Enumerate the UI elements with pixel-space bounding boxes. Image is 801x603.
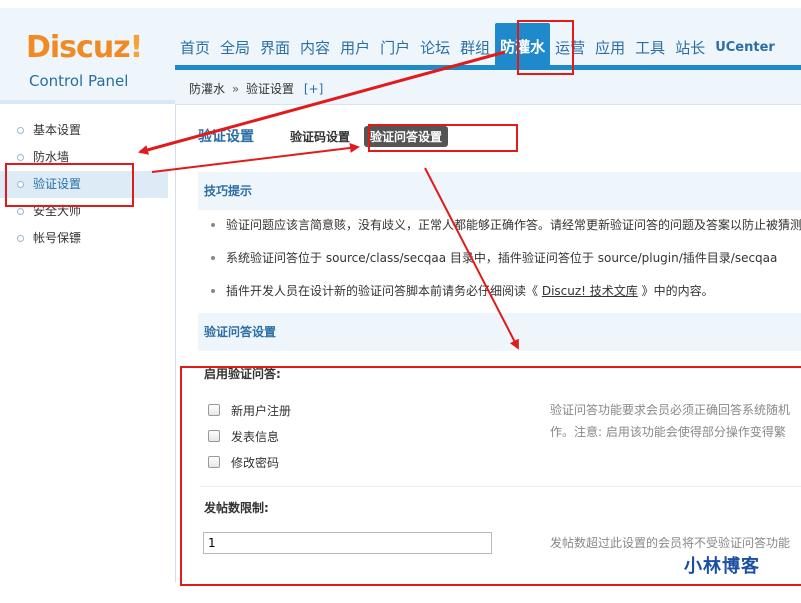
breadcrumb-bar: 防灌水 » 验证设置 [+]: [175, 70, 801, 105]
sidebar-item-verification-settings[interactable]: 验证设置: [0, 171, 168, 198]
logo[interactable]: Discuz!: [26, 30, 144, 65]
sidebar-item-label: 验证设置: [33, 177, 82, 191]
sidebar-item-label: 防水墙: [33, 150, 70, 164]
sidebar-item-label: 基本设置: [33, 123, 82, 137]
row-divider: [200, 486, 801, 487]
qa-settings-heading: 验证问答设置: [198, 313, 801, 351]
nav-item-users[interactable]: 用户: [335, 33, 375, 63]
enable-qa-description-line1: 验证问答功能要求会员必须正确回答系统随机: [550, 403, 791, 417]
breadcrumb-page: 验证设置: [246, 82, 295, 96]
bullet-icon: [17, 181, 24, 188]
tab-captcha-settings[interactable]: 验证码设置: [284, 126, 356, 147]
tips-heading: 技巧提示: [198, 172, 801, 210]
tip-item: 系统验证问答位于 source/class/secqaa 目录中，插件验证问答位…: [206, 242, 801, 275]
sidebar-item-label: 帐号保镖: [33, 231, 82, 245]
tip-item: 验证问题应该言简意赅，没有歧义，正常人都能够正确作答。请经常更新验证问答的问题及…: [206, 209, 801, 242]
sidebar-item-firewall[interactable]: 防水墙: [0, 144, 168, 171]
nav-item-ucenter[interactable]: UCenter: [710, 33, 780, 63]
add-to-favorites-button[interactable]: [+]: [298, 82, 323, 96]
nav-item-apps[interactable]: 应用: [590, 33, 630, 63]
logo-area: Discuz! Control Panel: [0, 8, 175, 100]
bottom-strip: [0, 582, 801, 603]
checkbox[interactable]: [208, 456, 220, 468]
tip-text: 插件开发人员在设计新的验证问答脚本前请务必仔细阅读《: [226, 284, 542, 298]
bullet-icon: [17, 208, 24, 215]
sidebar-item-basic-settings[interactable]: 基本设置: [0, 117, 168, 144]
page-title: 验证设置: [198, 129, 254, 145]
option-label: 发表信息: [231, 429, 280, 444]
bullet-icon: [17, 154, 24, 161]
nav-item-anti-spam[interactable]: 防灌水: [495, 23, 551, 69]
nav-item-operations[interactable]: 运营: [550, 33, 590, 63]
nav-item-content[interactable]: 内容: [295, 33, 335, 63]
post-limit-label: 发帖数限制:: [204, 501, 269, 515]
post-limit-description: 发帖数超过此设置的会员将不受验证问答功能: [550, 536, 791, 550]
enable-qa-description-line2: 作。注意: 启用该功能会使得部分操作变得繁: [550, 425, 786, 439]
top-nav: 首页 全局 界面 内容 用户 门户 论坛 群组 防灌水 运营 应用 工具 站长 …: [175, 23, 801, 69]
logo-bang: !: [129, 30, 144, 65]
nav-item-groups[interactable]: 群组: [455, 33, 495, 63]
tips-list: 验证问题应该言简意赅，没有歧义，正常人都能够正确作答。请经常更新验证问答的问题及…: [206, 209, 801, 308]
nav-item-home[interactable]: 首页: [175, 33, 215, 63]
enable-qa-label: 启用验证问答:: [204, 367, 281, 381]
logo-subtitle: Control Panel: [29, 72, 129, 90]
nav-item-interface[interactable]: 界面: [255, 33, 295, 63]
checkbox[interactable]: [208, 404, 220, 416]
qa-options: 新用户注册 发表信息 修改密码: [208, 397, 291, 475]
checkbox[interactable]: [208, 430, 220, 442]
option-post-message[interactable]: 发表信息: [208, 423, 291, 449]
breadcrumb-section[interactable]: 防灌水: [189, 82, 225, 96]
bullet-icon: [17, 127, 24, 134]
post-limit-input[interactable]: [203, 532, 492, 554]
sidebar-item-security-master[interactable]: 安全大师: [0, 198, 168, 225]
nav-item-global[interactable]: 全局: [215, 33, 255, 63]
tech-library-link[interactable]: Discuz! 技术文库: [542, 284, 638, 298]
nav-item-portal[interactable]: 门户: [375, 33, 415, 63]
sidebar: 基本设置 防水墙 验证设置 安全大师 帐号保镖: [0, 104, 176, 582]
breadcrumb-separator: »: [231, 82, 240, 96]
sidebar-item-account-guard[interactable]: 帐号保镖: [0, 225, 168, 252]
sidebar-item-label: 安全大师: [33, 204, 82, 218]
option-new-user-registration[interactable]: 新用户注册: [208, 397, 291, 423]
tip-text: 》中的内容。: [637, 284, 714, 298]
nav-item-webmaster[interactable]: 站长: [670, 33, 710, 63]
nav-item-forum[interactable]: 论坛: [415, 33, 455, 63]
watermark: 小林博客: [684, 556, 760, 577]
subtabs: 验证设置 验证码设置 验证问答设置: [198, 125, 456, 147]
option-label: 新用户注册: [231, 403, 292, 418]
nav-item-tools[interactable]: 工具: [630, 33, 670, 63]
logo-name: Discuz: [26, 30, 131, 65]
option-label: 修改密码: [231, 455, 280, 470]
option-change-password[interactable]: 修改密码: [208, 449, 291, 475]
main-content: 验证设置 验证码设置 验证问答设置 技巧提示 验证问题应该言简意赅，没有歧义，正…: [176, 105, 801, 583]
tab-qa-settings[interactable]: 验证问答设置: [364, 125, 449, 147]
breadcrumb: 防灌水 » 验证设置 [+]: [189, 80, 323, 97]
bullet-icon: [17, 235, 24, 242]
tip-item: 插件开发人员在设计新的验证问答脚本前请务必仔细阅读《 Discuz! 技术文库 …: [206, 275, 801, 308]
